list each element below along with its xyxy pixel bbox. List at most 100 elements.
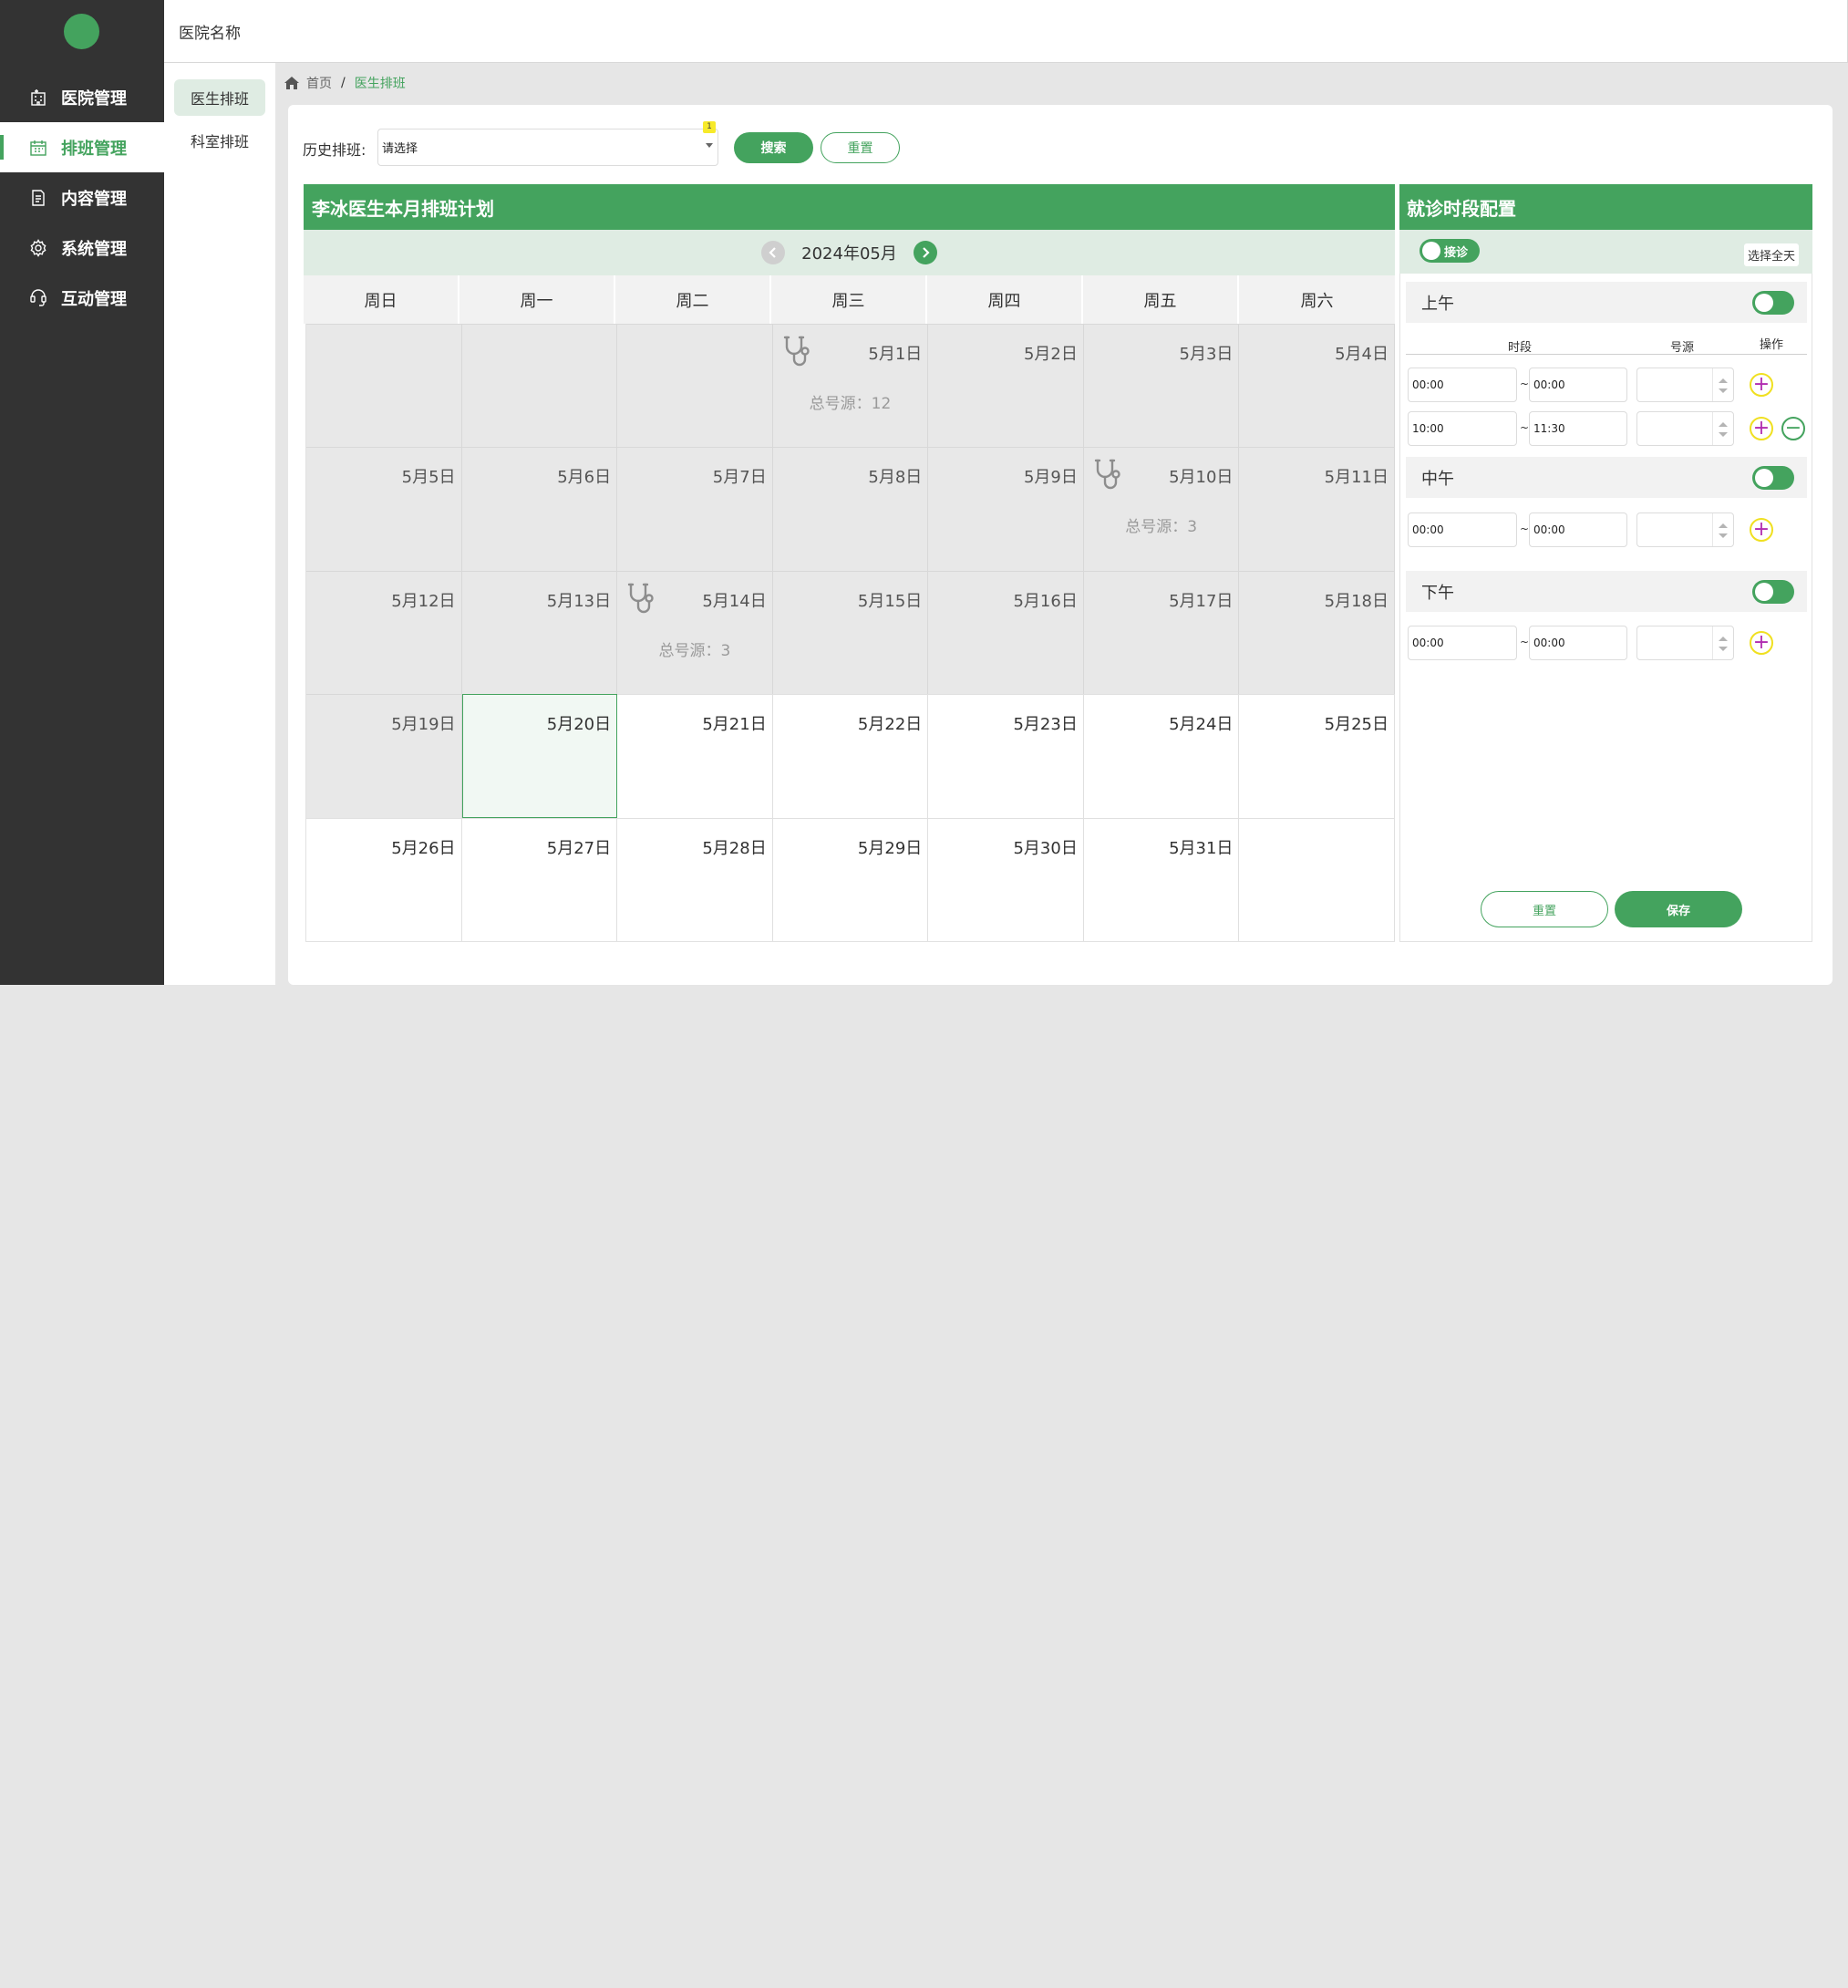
source-stepper[interactable] <box>1636 513 1734 547</box>
save-button[interactable]: 保存 <box>1615 891 1742 927</box>
start-time-input[interactable]: 10:00 <box>1408 411 1517 446</box>
calendar-day[interactable]: 5月4日 <box>1239 324 1395 448</box>
stepper-down-icon[interactable] <box>1719 647 1728 651</box>
day-label: 5月23日 <box>1013 715 1078 735</box>
start-time-input[interactable]: 00:00 <box>1408 513 1517 547</box>
calendar-day[interactable]: 5月7日 <box>617 447 773 571</box>
source-stepper[interactable] <box>1636 368 1734 402</box>
stepper-down-icon[interactable] <box>1719 533 1728 538</box>
reset-button[interactable]: 重置 <box>821 132 900 163</box>
calendar-day[interactable]: 5月12日 <box>306 570 462 695</box>
calendar-day[interactable]: 5月2日 <box>928 324 1084 448</box>
sidebar-item-interaction[interactable]: 互动管理 <box>0 273 164 323</box>
calendar-day[interactable]: 5月1日 总号源：12 <box>772 324 929 448</box>
start-time-input[interactable]: 00:00 <box>1408 626 1517 660</box>
calendar-day-today[interactable]: 5月20日 <box>461 694 618 818</box>
prev-month-button[interactable] <box>761 241 786 264</box>
interaction-icon <box>28 288 48 308</box>
calendar-day[interactable]: 5月30日 <box>928 817 1084 941</box>
stepper-up-icon[interactable] <box>1719 378 1728 383</box>
history-schedule-select[interactable]: 请选择 <box>377 129 718 166</box>
source-stepper[interactable] <box>1636 626 1734 660</box>
clinic-toggle[interactable]: 接诊 <box>1420 239 1480 263</box>
calendar-day[interactable]: 5月8日 <box>772 447 929 571</box>
config-reset-button[interactable]: 重置 <box>1481 891 1608 927</box>
calendar-day[interactable]: 5月24日 <box>1083 694 1240 818</box>
stepper-up-icon[interactable] <box>1719 523 1728 528</box>
add-row-button[interactable]: + <box>1750 518 1773 542</box>
calendar-day[interactable]: 5月3日 <box>1083 324 1240 448</box>
calendar-day[interactable]: 5月9日 <box>928 447 1084 571</box>
stepper-up-icon[interactable] <box>1719 422 1728 427</box>
calendar-day[interactable]: 5月16日 <box>928 570 1084 695</box>
month-switcher: 2024年05月 <box>304 230 1395 275</box>
sidebar-item-content[interactable]: 内容管理 <box>0 172 164 223</box>
calendar-day[interactable]: 5月22日 <box>772 694 929 818</box>
calendar-day[interactable]: 5月6日 <box>461 447 618 571</box>
calendar-day[interactable]: 5月25日 <box>1239 694 1395 818</box>
period-label: 中午 <box>1421 469 1454 489</box>
calendar-day[interactable]: 5月23日 <box>928 694 1084 818</box>
calendar-day[interactable]: 5月15日 <box>772 570 929 695</box>
chevron-right-icon <box>923 247 930 258</box>
calendar-day[interactable]: 5月19日 <box>306 694 462 818</box>
breadcrumb-home[interactable]: 首页 <box>306 74 332 92</box>
calendar-day[interactable]: 5月5日 <box>306 447 462 571</box>
end-time-input[interactable]: 00:00 <box>1529 513 1627 547</box>
subnav-item-department-schedule[interactable]: 科室排班 <box>174 122 265 159</box>
calendar-day[interactable]: 5月10日 总号源：3 <box>1083 447 1240 571</box>
sidebar-item-hospital[interactable]: 医院管理 <box>0 72 164 122</box>
calendar-day[interactable]: 5月14日 总号源：3 <box>617 570 773 695</box>
calendar-day[interactable]: 5月29日 <box>772 817 929 941</box>
sidebar-item-system[interactable]: 系统管理 <box>0 223 164 273</box>
stepper-down-icon[interactable] <box>1719 388 1728 393</box>
calendar-day[interactable]: 5月18日 <box>1239 570 1395 695</box>
sidebar-item-schedule[interactable]: 排班管理 <box>0 122 164 172</box>
stepper-down-icon[interactable] <box>1719 432 1728 437</box>
search-button[interactable]: 搜索 <box>734 132 813 163</box>
weekday: 周日 <box>304 275 459 324</box>
hospital-icon <box>28 88 48 108</box>
weekday: 周二 <box>615 275 771 324</box>
calendar-day[interactable]: 5月27日 <box>461 817 618 941</box>
day-label: 5月9日 <box>1023 468 1078 488</box>
source-stepper[interactable] <box>1636 411 1734 446</box>
remove-row-button[interactable]: − <box>1781 417 1805 440</box>
morning-toggle[interactable] <box>1752 291 1794 315</box>
add-row-button[interactable]: + <box>1750 417 1773 440</box>
calendar-day[interactable]: 5月28日 <box>617 817 773 941</box>
period-morning: 上午 <box>1406 282 1807 323</box>
day-label: 5月12日 <box>391 591 456 611</box>
start-time-input[interactable]: 00:00 <box>1408 368 1517 402</box>
end-time-input[interactable]: 00:00 <box>1529 368 1627 402</box>
end-time-input[interactable]: 00:00 <box>1529 626 1627 660</box>
stethoscope-icon <box>782 334 815 374</box>
calendar-day[interactable]: 5月11日 <box>1239 447 1395 571</box>
calendar-day[interactable]: 5月26日 <box>306 817 462 941</box>
calendar-day[interactable]: 5月21日 <box>617 694 773 818</box>
subnav-item-doctor-schedule[interactable]: 医生排班 <box>174 79 265 116</box>
calendar-day[interactable]: 5月13日 <box>461 570 618 695</box>
select-all-day-button[interactable]: 选择全天 <box>1744 243 1799 266</box>
stepper-up-icon[interactable] <box>1719 637 1728 641</box>
top-bar: 医院名称 <box>164 0 1848 63</box>
calendar-day[interactable]: 5月31日 <box>1083 817 1240 941</box>
noon-toggle[interactable] <box>1752 466 1794 490</box>
calendar-day <box>461 324 618 448</box>
calendar-title: 李冰医生本月排班计划 <box>304 184 1395 230</box>
chevron-left-icon <box>769 247 776 258</box>
logo <box>64 14 99 49</box>
add-row-button[interactable]: + <box>1750 631 1773 655</box>
day-label: 5月10日 <box>1169 468 1234 488</box>
afternoon-toggle[interactable] <box>1752 580 1794 604</box>
toggle-knob <box>1755 294 1773 312</box>
add-row-button[interactable]: + <box>1750 373 1773 397</box>
day-label: 5月29日 <box>857 838 923 858</box>
calendar-day[interactable]: 5月17日 <box>1083 570 1240 695</box>
total-source-count: 总号源：12 <box>809 395 892 413</box>
day-label: 5月11日 <box>1324 468 1389 488</box>
day-label: 5月14日 <box>702 591 767 611</box>
next-month-button[interactable] <box>913 241 937 264</box>
home-icon[interactable] <box>284 77 299 89</box>
end-time-input[interactable]: 11:30 <box>1529 411 1627 446</box>
